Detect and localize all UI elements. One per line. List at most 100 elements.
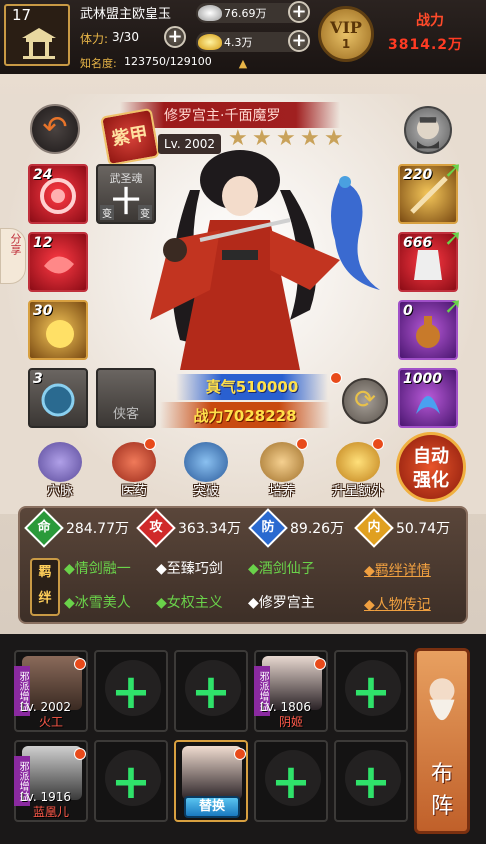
star-icon: ★ (300, 126, 320, 151)
add-silver-button[interactable]: + (288, 1, 310, 23)
action-label: 医药 (120, 484, 147, 499)
action-medicine[interactable]: 医药 (104, 440, 164, 500)
add-stamina-button[interactable]: + (164, 26, 186, 48)
vip-badge[interactable]: VIP 1 (318, 6, 374, 62)
hero-portrait (182, 746, 242, 800)
bond-item[interactable]: ◆至臻巧剑 (156, 558, 223, 578)
equip-slot-right-2[interactable]: 666 ➚ (398, 226, 462, 292)
hp-icon: 命 (24, 508, 64, 548)
breakthrough-icon (184, 442, 228, 482)
defense-icon: 防 (248, 508, 288, 548)
power-label: 战力 (416, 13, 444, 29)
attack-label: 攻 (149, 520, 163, 535)
biography-text: 人物传记 (374, 597, 431, 613)
team-hero-name: 阴姬 (278, 715, 303, 729)
equip-count: 3 (33, 371, 43, 387)
equip-count: 0 (403, 303, 413, 319)
share-tab-label: 分享 (9, 233, 22, 255)
add-hero-icon: + (110, 664, 152, 720)
team-slot-4[interactable]: 邪派增益 Lv. 1806 阴姬 (254, 650, 328, 732)
inner-power-value: 50.74万 (396, 521, 451, 537)
bond-details-link[interactable]: ◆羁绊详情 (364, 560, 431, 580)
team-slot-3[interactable]: + (174, 650, 248, 732)
top-bar: 17 武林盟主欧皇玉 体力: 3/30 + 知名度: 123750/129100… (0, 0, 486, 74)
companion-label: 侠客 (112, 407, 139, 422)
soul-slot[interactable]: 武圣魂 十 变 变 (96, 164, 156, 224)
team-slot-1[interactable]: 邪派增益 Lv. 2002 火工 (14, 650, 88, 732)
equip-slot-right-3[interactable]: 0 ➚ (398, 294, 462, 360)
hero-portrait-button[interactable] (404, 106, 452, 154)
upgrade-arrow-icon: ➚ (444, 158, 463, 183)
notification-dot (74, 658, 86, 670)
team-slot-6[interactable]: 邪派增益 Lv. 1916 蓝凰儿 (14, 740, 88, 822)
share-tab[interactable]: 分享 (0, 228, 26, 284)
equip-count: 24 (33, 167, 53, 183)
team-slot-2[interactable]: + (94, 650, 168, 732)
equip-count: 12 (33, 235, 53, 251)
add-hero-icon: + (350, 664, 392, 720)
team-hero-level: Lv. 2002 (20, 700, 72, 714)
attack-icon: 攻 (136, 508, 176, 548)
equip-slot-left-3[interactable]: 30 (28, 300, 88, 360)
bond-text: 女权主义 (166, 595, 223, 611)
biography-link[interactable]: ◆人物传记 (364, 594, 431, 614)
bond-item[interactable]: ◆酒剑仙子 (248, 558, 315, 578)
player-avatar[interactable]: 17 (4, 4, 70, 66)
replace-button[interactable]: 替换 (184, 796, 240, 818)
notification-dot (330, 372, 342, 384)
silver-ingot-icon (198, 5, 222, 21)
hero-title: 修罗宫主·千面魔罗 (164, 108, 281, 124)
chevron-up-icon[interactable]: ▲ (232, 57, 254, 70)
team-hero-level: Lv. 1806 (260, 700, 312, 714)
bond-label: 羁 绊 (30, 558, 60, 616)
team-slot-7[interactable]: + (94, 740, 168, 822)
team-hero-name: 蓝凰儿 (32, 805, 69, 819)
equip-count: 220 (403, 167, 433, 183)
bond-label-1: 羁 (38, 565, 52, 580)
bond-item[interactable]: ◆修罗宫主 (248, 592, 315, 612)
action-meridian[interactable]: 穴脉 (30, 440, 90, 500)
team-slot-5[interactable]: + (334, 650, 408, 732)
fame-value: 123750/129100 (124, 55, 212, 68)
bond-item[interactable]: ◆情剑融一 (64, 558, 131, 578)
add-hero-icon: + (350, 754, 392, 810)
team-slot-9[interactable]: + (254, 740, 328, 822)
refresh-button[interactable]: ⟳ (342, 378, 388, 424)
bond-item[interactable]: ◆冰雪美人 (64, 592, 131, 612)
upgrade-arrow-icon: ➚ (444, 226, 463, 251)
auto-enhance-button[interactable]: 自动 强化 (396, 432, 466, 502)
equip-slot-left-4[interactable]: 3 (28, 368, 88, 428)
player-name: 武林盟主欧皇玉 (80, 7, 172, 22)
equip-count: 30 (33, 303, 53, 319)
gold-ingot-icon (198, 34, 222, 50)
team-slot-10[interactable]: + (334, 740, 408, 822)
combat-value: 战力7028228 (193, 407, 297, 425)
notification-dot (314, 658, 326, 670)
team-hero-name: 火工 (38, 715, 63, 729)
fame-label: 知名度: (80, 57, 117, 70)
notification-dot (296, 438, 308, 450)
back-button[interactable]: ↶ (30, 104, 80, 154)
equip-slot-left-2[interactable]: 12 (28, 232, 88, 292)
combat-banner: 战力7028228 (160, 402, 330, 428)
add-gold-button[interactable]: + (288, 30, 310, 52)
action-star-up[interactable]: 升星额外 (320, 440, 396, 500)
upgrade-arrow-icon: ➚ (444, 294, 463, 319)
bond-text: 修罗宫主 (258, 595, 315, 611)
vip-level: 1 (341, 37, 351, 51)
equip-slot-right-1[interactable]: 220 ➚ (398, 158, 462, 224)
companion-slot[interactable]: 侠客 (96, 368, 156, 428)
gold-value: 4.3万 (224, 36, 253, 49)
inner-power-label: 内 (367, 520, 381, 535)
formation-button[interactable]: 布阵 (414, 648, 470, 834)
equip-slot-right-4[interactable]: 1000 (398, 368, 458, 428)
team-slot-8[interactable]: 替换 (174, 740, 248, 822)
action-breakthrough[interactable]: 突破 (176, 440, 236, 500)
equip-slot-left-1[interactable]: 24 (28, 164, 88, 224)
bond-item[interactable]: ◆女权主义 (156, 592, 223, 612)
notification-dot (234, 748, 246, 760)
vip-label: VIP (330, 18, 362, 37)
action-label: 培养 (268, 484, 295, 499)
hp-label: 命 (37, 520, 51, 535)
action-label: 升星额外 (331, 484, 384, 499)
